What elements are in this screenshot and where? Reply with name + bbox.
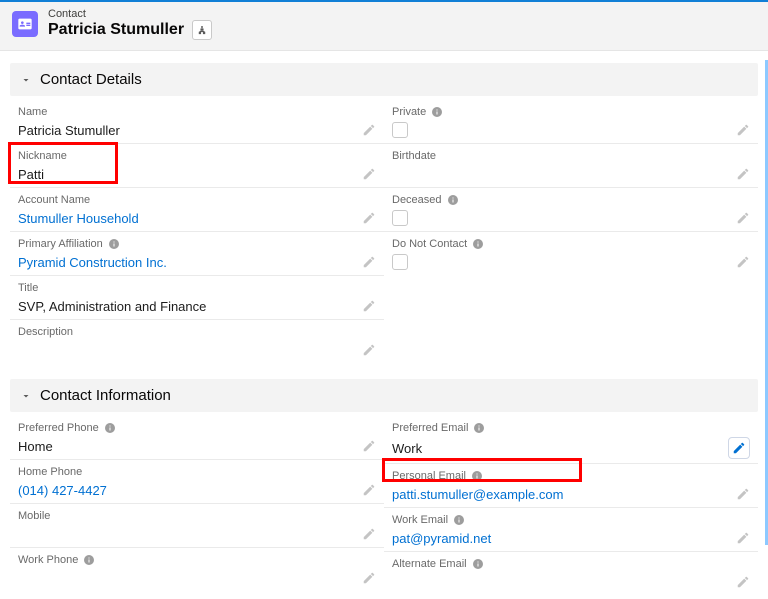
private-checkbox[interactable] <box>392 122 408 138</box>
section-title: Contact Details <box>40 71 142 88</box>
field-account-name: Account Name Stumuller Household <box>10 188 384 232</box>
field-deceased: Deceased <box>384 188 758 232</box>
field-birthdate: Birthdate <box>384 144 758 188</box>
email-link[interactable]: patti.stumuller@example.com <box>392 487 563 502</box>
account-link[interactable]: Stumuller Household <box>18 211 139 226</box>
edit-icon[interactable] <box>736 575 750 589</box>
deceased-checkbox[interactable] <box>392 210 408 226</box>
section-title: Contact Information <box>40 387 171 404</box>
field-value: Patricia Stumuller <box>18 123 120 138</box>
field-alternate-email: Alternate Email <box>384 552 758 595</box>
field-value: Patti <box>18 167 44 182</box>
field-value: SVP, Administration and Finance <box>18 299 206 314</box>
field-preferred-email: Preferred Email Work <box>384 416 758 464</box>
field-label: Description <box>18 326 73 338</box>
info-icon[interactable] <box>431 106 443 118</box>
dnc-checkbox[interactable] <box>392 254 408 270</box>
contact-icon <box>12 11 38 37</box>
field-work-phone: Work Phone <box>10 548 384 591</box>
edit-icon[interactable] <box>362 483 376 497</box>
section-contact-details[interactable]: Contact Details <box>10 63 758 96</box>
field-title: Title SVP, Administration and Finance <box>10 276 384 320</box>
info-icon[interactable] <box>104 422 116 434</box>
field-label: Preferred Phone <box>18 422 99 434</box>
field-label: Name <box>18 106 47 118</box>
field-description: Description <box>10 320 384 363</box>
field-label: Work Phone <box>18 554 78 566</box>
field-label: Private <box>392 106 426 118</box>
edit-icon[interactable] <box>736 255 750 269</box>
record-header: Contact Patricia Stumuller <box>0 2 768 51</box>
edit-icon[interactable] <box>362 211 376 225</box>
field-label: Personal Email <box>392 470 466 482</box>
edit-icon[interactable] <box>736 123 750 137</box>
edit-icon[interactable] <box>736 167 750 181</box>
info-icon[interactable] <box>108 238 120 250</box>
edit-icon[interactable] <box>736 211 750 225</box>
field-primary-affiliation: Primary Affiliation Pyramid Construction… <box>10 232 384 276</box>
field-mobile: Mobile <box>10 504 384 548</box>
field-do-not-contact: Do Not Contact <box>384 232 758 275</box>
chevron-down-icon <box>20 390 32 402</box>
info-icon[interactable] <box>471 470 483 482</box>
phone-link[interactable]: (014) 427-4427 <box>18 483 107 498</box>
field-label: Alternate Email <box>392 558 467 570</box>
record-name: Patricia Stumuller <box>48 21 184 39</box>
edit-icon[interactable] <box>362 123 376 137</box>
info-icon[interactable] <box>83 554 95 566</box>
field-value: Work <box>392 441 422 456</box>
edit-icon[interactable] <box>736 531 750 545</box>
edit-icon[interactable] <box>362 343 376 357</box>
field-label: Do Not Contact <box>392 238 467 250</box>
field-label: Mobile <box>18 510 50 522</box>
field-label: Title <box>18 282 38 294</box>
edit-icon[interactable] <box>736 487 750 501</box>
field-work-email: Work Email pat@pyramid.net <box>384 508 758 552</box>
record-page: Contact Patricia Stumuller Contact Detai… <box>0 0 768 599</box>
field-label: Deceased <box>392 194 442 206</box>
field-personal-email: Personal Email patti.stumuller@example.c… <box>384 464 758 508</box>
hierarchy-button[interactable] <box>192 20 212 40</box>
field-label: Primary Affiliation <box>18 238 103 250</box>
affiliation-link[interactable]: Pyramid Construction Inc. <box>18 255 167 270</box>
info-icon[interactable] <box>472 558 484 570</box>
field-label: Work Email <box>392 514 448 526</box>
edit-icon[interactable] <box>362 439 376 453</box>
info-icon[interactable] <box>473 422 485 434</box>
field-value: Home <box>18 439 53 454</box>
field-label: Birthdate <box>392 150 436 162</box>
email-link[interactable]: pat@pyramid.net <box>392 531 491 546</box>
edit-icon[interactable] <box>362 255 376 269</box>
field-name: Name Patricia Stumuller <box>10 100 384 144</box>
info-icon[interactable] <box>453 514 465 526</box>
edit-icon[interactable] <box>362 527 376 541</box>
field-nickname: Nickname Patti <box>10 144 384 188</box>
field-private: Private <box>384 100 758 144</box>
edit-icon[interactable] <box>362 299 376 313</box>
field-preferred-phone: Preferred Phone Home <box>10 416 384 460</box>
object-label: Contact <box>48 8 212 20</box>
edit-icon[interactable] <box>362 571 376 585</box>
field-label: Home Phone <box>18 466 82 478</box>
edit-icon[interactable] <box>362 167 376 181</box>
section-contact-information[interactable]: Contact Information <box>10 379 758 412</box>
edit-icon[interactable] <box>728 437 750 459</box>
field-label: Preferred Email <box>392 422 468 434</box>
field-label: Account Name <box>18 194 90 206</box>
info-icon[interactable] <box>472 238 484 250</box>
field-home-phone: Home Phone (014) 427-4427 <box>10 460 384 504</box>
chevron-down-icon <box>20 74 32 86</box>
field-label: Nickname <box>18 150 67 162</box>
info-icon[interactable] <box>447 194 459 206</box>
